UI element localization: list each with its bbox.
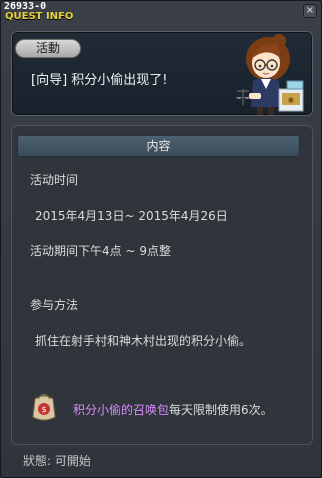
method-text: 抓住在射手村和神木村出现的积分小偷。 <box>35 334 252 348</box>
reward-line: 积分小偷的召唤包每天限制使用6次。 <box>73 401 273 418</box>
svg-text:$: $ <box>41 405 46 414</box>
content-header: 内容 <box>17 135 300 157</box>
period-hours: 活动期间下午4点 ~ 9点整 <box>30 244 171 258</box>
svg-text:✱: ✱ <box>288 96 295 105</box>
category-badge: 活動 <box>15 39 81 58</box>
window-title: QUEST INFO <box>5 11 74 22</box>
npc-portrait-icon: ✱ <box>236 34 304 115</box>
quest-info-window: 26933-0 QUEST INFO × 活動 [向导] 积分小偷出现了! ✱ <box>0 0 322 478</box>
method-label: 参与方法 <box>30 298 79 312</box>
close-icon: × <box>305 5 315 16</box>
quest-status: 狀態: 可開始 <box>23 454 91 468</box>
close-button[interactable]: × <box>303 4 317 18</box>
summon-bag-icon[interactable]: $ <box>27 389 61 423</box>
reward-item-link[interactable]: 积分小偷的召唤包 <box>73 403 169 417</box>
period-dates: 2015年4月13日~ 2015年4月26日 <box>35 209 228 223</box>
period-label: 活动时间 <box>30 173 79 187</box>
reward-description: 每天限制使用6次。 <box>169 403 273 417</box>
quest-title: [向导] 积分小偷出现了! <box>31 73 168 88</box>
